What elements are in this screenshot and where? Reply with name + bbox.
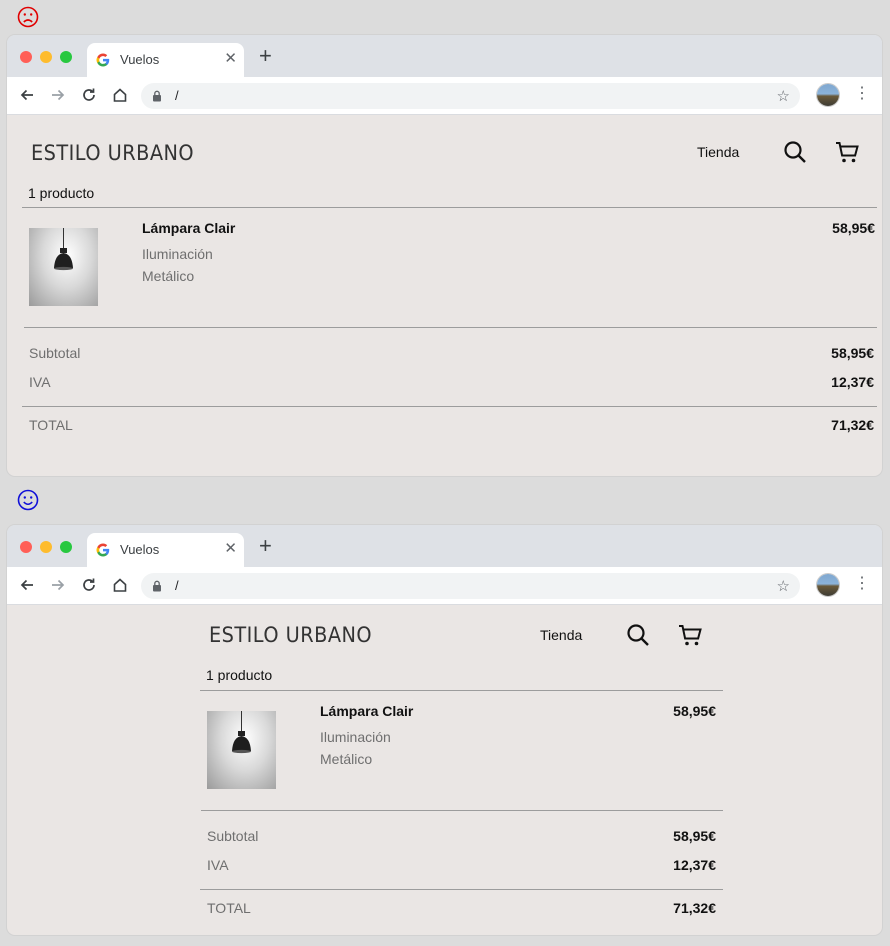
profile-avatar[interactable]: [817, 84, 839, 106]
tax-label: IVA: [29, 374, 51, 390]
product-name[interactable]: Lámpara Clair: [142, 220, 235, 236]
total-label: TOTAL: [207, 900, 251, 916]
nav-link-tienda[interactable]: Tienda: [697, 144, 739, 160]
product-category: Iluminación: [142, 246, 213, 262]
subtotal-label: Subtotal: [29, 345, 81, 361]
browser-toolbar: / ☆ ⋮: [7, 567, 882, 605]
tax-value: 12,37€: [673, 857, 716, 873]
maximize-window-button[interactable]: [60, 541, 72, 553]
forward-arrow-icon[interactable]: [49, 576, 67, 594]
browser-menu-icon[interactable]: ⋮: [854, 85, 870, 103]
divider: [24, 327, 877, 328]
tab-title: Vuelos: [120, 52, 160, 67]
minimize-window-button[interactable]: [40, 541, 52, 553]
total-value: 71,32€: [831, 417, 874, 433]
minimize-window-button[interactable]: [40, 51, 52, 63]
browser-window-full-width: Vuelos ✕ + / ☆ ⋮ ESTILO URBANO Tienda 1 …: [7, 35, 882, 476]
total-label: TOTAL: [29, 417, 73, 433]
subtotal-label: Subtotal: [207, 828, 259, 844]
product-image[interactable]: [207, 711, 276, 789]
product-count: 1 producto: [28, 185, 95, 201]
url-text: /: [175, 578, 179, 593]
divider: [22, 207, 877, 208]
brand-logo[interactable]: ESTILO URBANO: [31, 141, 194, 165]
lock-icon: [153, 580, 161, 592]
happy-face-icon: [17, 489, 39, 511]
profile-avatar[interactable]: [817, 574, 839, 596]
divider: [200, 690, 723, 691]
bookmark-star-icon[interactable]: ☆: [777, 87, 790, 105]
close-window-button[interactable]: [20, 51, 32, 63]
new-tab-button[interactable]: +: [259, 535, 272, 557]
home-icon[interactable]: [111, 86, 129, 104]
tax-value: 12,37€: [831, 374, 874, 390]
google-icon: [96, 543, 110, 557]
new-tab-button[interactable]: +: [259, 45, 272, 67]
product-price: 58,95€: [673, 703, 716, 719]
forward-arrow-icon[interactable]: [49, 86, 67, 104]
total-value: 71,32€: [673, 900, 716, 916]
divider: [22, 406, 877, 407]
browser-tab[interactable]: Vuelos ✕: [87, 533, 244, 567]
tab-close-icon[interactable]: ✕: [224, 541, 237, 557]
address-bar[interactable]: / ☆: [141, 83, 800, 109]
divider: [200, 889, 723, 890]
lock-icon: [153, 90, 161, 102]
product-name[interactable]: Lámpara Clair: [320, 703, 413, 719]
cart-icon[interactable]: [678, 623, 702, 647]
close-window-button[interactable]: [20, 541, 32, 553]
product-image[interactable]: [29, 228, 98, 306]
nav-link-tienda[interactable]: Tienda: [540, 627, 582, 643]
tax-label: IVA: [207, 857, 229, 873]
back-arrow-icon[interactable]: [18, 86, 36, 104]
maximize-window-button[interactable]: [60, 51, 72, 63]
product-count: 1 producto: [206, 667, 273, 683]
tab-bar: Vuelos ✕ +: [7, 35, 882, 77]
browser-menu-icon[interactable]: ⋮: [854, 575, 870, 593]
browser-window-centered: Vuelos ✕ + / ☆ ⋮ ESTILO URBANO Tienda 1 …: [7, 525, 882, 935]
tab-close-icon[interactable]: ✕: [224, 51, 237, 67]
address-bar[interactable]: / ☆: [141, 573, 800, 599]
bookmark-star-icon[interactable]: ☆: [777, 577, 790, 595]
google-icon: [96, 53, 110, 67]
tab-title: Vuelos: [120, 542, 160, 557]
product-category: Iluminación: [320, 729, 391, 745]
product-material: Metálico: [142, 268, 195, 284]
brand-logo[interactable]: ESTILO URBANO: [209, 623, 372, 647]
browser-tab[interactable]: Vuelos ✕: [87, 43, 244, 77]
sad-face-icon: [17, 6, 39, 28]
product-price: 58,95€: [832, 220, 875, 236]
cart-icon[interactable]: [835, 140, 859, 164]
back-arrow-icon[interactable]: [18, 576, 36, 594]
divider: [201, 810, 723, 811]
home-icon[interactable]: [111, 576, 129, 594]
tab-bar: Vuelos ✕ +: [7, 525, 882, 567]
url-text: /: [175, 88, 179, 103]
browser-toolbar: / ☆ ⋮: [7, 77, 882, 115]
search-icon[interactable]: [626, 623, 650, 647]
subtotal-value: 58,95€: [831, 345, 874, 361]
subtotal-value: 58,95€: [673, 828, 716, 844]
product-material: Metálico: [320, 751, 373, 767]
search-icon[interactable]: [783, 140, 807, 164]
reload-icon[interactable]: [80, 576, 98, 594]
reload-icon[interactable]: [80, 86, 98, 104]
